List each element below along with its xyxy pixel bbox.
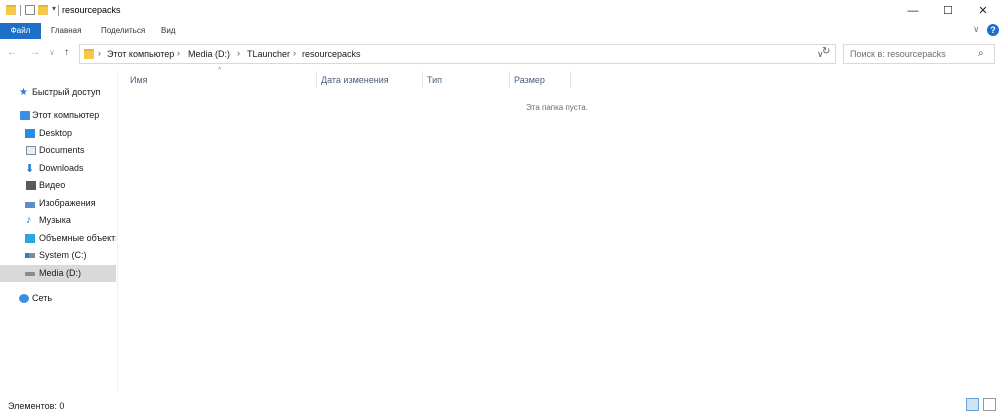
search-box[interactable]: Поиск в: resourcepacks ⌕ xyxy=(843,44,995,64)
tab-share[interactable]: Поделиться xyxy=(101,24,145,38)
window-title: resourcepacks xyxy=(62,5,121,15)
search-icon[interactable]: ⌕ xyxy=(978,48,984,59)
details-view-icon[interactable] xyxy=(966,398,979,411)
breadcrumb-resourcepacks[interactable]: resourcepacks xyxy=(302,49,361,59)
computer-icon xyxy=(20,111,30,120)
divider xyxy=(58,5,59,16)
address-row: ← → ∨ ↑ › Этот компьютер › Media (D:) › … xyxy=(0,40,1000,67)
sidebar-item-desktop[interactable]: Desktop xyxy=(0,125,116,142)
status-item-count: Элементов: 0 xyxy=(8,401,65,411)
sidebar-item-label: Documents xyxy=(39,145,85,155)
sidebar-item-label: Видео xyxy=(39,180,66,190)
sidebar-item-label: Сеть xyxy=(32,293,53,303)
sidebar-item-label: System (C:) xyxy=(39,250,87,260)
breadcrumb-separator[interactable]: › xyxy=(237,48,240,58)
drive-icon xyxy=(25,272,35,276)
sidebar-item-3d-objects[interactable]: Объемные объекты xyxy=(0,230,116,247)
navigation-pane: ★ Быстрый доступ Этот компьютер Desktop … xyxy=(0,70,116,392)
empty-folder-message: Эта папка пуста. xyxy=(526,103,588,112)
sidebar-item-quick-access[interactable]: ★ Быстрый доступ xyxy=(0,84,116,101)
sidebar-item-documents[interactable]: Documents xyxy=(0,142,116,159)
pictures-icon xyxy=(25,199,35,208)
sort-ascending-icon: ^ xyxy=(218,67,222,74)
minimize-button[interactable]: — xyxy=(896,0,930,22)
breadcrumb-separator[interactable]: › xyxy=(177,48,180,58)
title-bar: ▾ resourcepacks — ☐ ✕ xyxy=(0,0,1000,22)
sidebar-item-label: Downloads xyxy=(39,163,84,173)
breadcrumb-separator[interactable]: › xyxy=(98,48,101,58)
column-header-size[interactable]: Размер xyxy=(514,75,545,85)
tab-home[interactable]: Главная xyxy=(51,24,81,38)
sidebar-item-label: Изображения xyxy=(39,198,96,208)
breadcrumb-tlauncher[interactable]: TLauncher xyxy=(247,49,290,59)
documents-icon xyxy=(26,146,36,155)
column-header-name[interactable]: Имя xyxy=(130,75,148,85)
sidebar-item-music[interactable]: ♪ Музыка xyxy=(0,212,116,229)
sidebar-item-network[interactable]: Сеть xyxy=(0,290,116,307)
sidebar-item-label: Музыка xyxy=(39,215,71,225)
video-icon xyxy=(26,181,36,190)
help-icon[interactable]: ? xyxy=(987,24,999,36)
folder-icon xyxy=(84,49,94,59)
address-bar[interactable]: › Этот компьютер › Media (D:) › TLaunche… xyxy=(79,44,836,64)
ribbon-tabs: Файл Главная Поделиться Вид ∨ ? xyxy=(0,22,1000,40)
close-button[interactable]: ✕ xyxy=(966,0,1000,22)
music-icon: ♪ xyxy=(26,214,32,226)
breadcrumb-separator[interactable]: › xyxy=(293,48,296,58)
tab-view[interactable]: Вид xyxy=(161,24,175,38)
desktop-icon xyxy=(25,129,35,138)
column-divider[interactable] xyxy=(570,71,571,88)
sidebar-item-pictures[interactable]: Изображения xyxy=(0,195,116,212)
sidebar-item-this-pc[interactable]: Этот компьютер xyxy=(0,107,116,124)
tab-file[interactable]: Файл xyxy=(0,23,41,39)
column-divider[interactable] xyxy=(422,71,423,88)
sidebar-item-label: Этот компьютер xyxy=(32,110,100,120)
sidebar-item-downloads[interactable]: ⬇ Downloads xyxy=(0,160,116,177)
sidebar-item-system-c[interactable]: System (C:) xyxy=(0,247,116,264)
3d-objects-icon xyxy=(25,234,35,243)
star-icon: ★ xyxy=(19,87,28,98)
forward-button[interactable]: → xyxy=(30,47,40,58)
sidebar-item-label: Объемные объекты xyxy=(39,233,116,243)
network-icon xyxy=(19,294,29,303)
refresh-button[interactable]: ↻ xyxy=(822,46,830,57)
sidebar-item-label: Media (D:) xyxy=(39,268,82,278)
column-header-date-modified[interactable]: Дата изменения xyxy=(321,75,389,85)
up-button[interactable]: ↑ xyxy=(64,47,69,58)
sidebar-item-label: Быстрый доступ xyxy=(32,87,101,97)
back-button[interactable]: ← xyxy=(7,47,17,58)
column-header-type[interactable]: Тип xyxy=(427,75,442,85)
large-icons-view-icon[interactable] xyxy=(983,398,996,411)
quick-access-dropdown-icon[interactable]: ▾ xyxy=(52,4,56,13)
expand-ribbon-chevron-icon[interactable]: ∨ xyxy=(973,24,980,35)
column-divider[interactable] xyxy=(316,71,317,88)
breadcrumb-media-d[interactable]: Media (D:) xyxy=(188,49,230,59)
sidebar-item-label: Desktop xyxy=(39,128,73,138)
sidebar-item-video[interactable]: Видео xyxy=(0,177,116,194)
drive-icon xyxy=(25,253,35,258)
download-icon: ⬇ xyxy=(25,163,35,175)
breadcrumb-this-pc[interactable]: Этот компьютер xyxy=(107,49,174,59)
divider xyxy=(20,5,21,16)
folder-icon xyxy=(6,5,16,15)
column-divider[interactable] xyxy=(509,71,510,88)
sidebar-item-media-d[interactable]: Media (D:) xyxy=(0,265,116,282)
maximize-button[interactable]: ☐ xyxy=(931,0,965,22)
pane-divider xyxy=(117,70,118,392)
search-input[interactable]: Поиск в: resourcepacks xyxy=(850,49,946,59)
properties-icon[interactable] xyxy=(25,5,35,15)
recent-locations-button[interactable]: ∨ xyxy=(49,48,55,57)
new-folder-icon[interactable] xyxy=(38,5,48,15)
